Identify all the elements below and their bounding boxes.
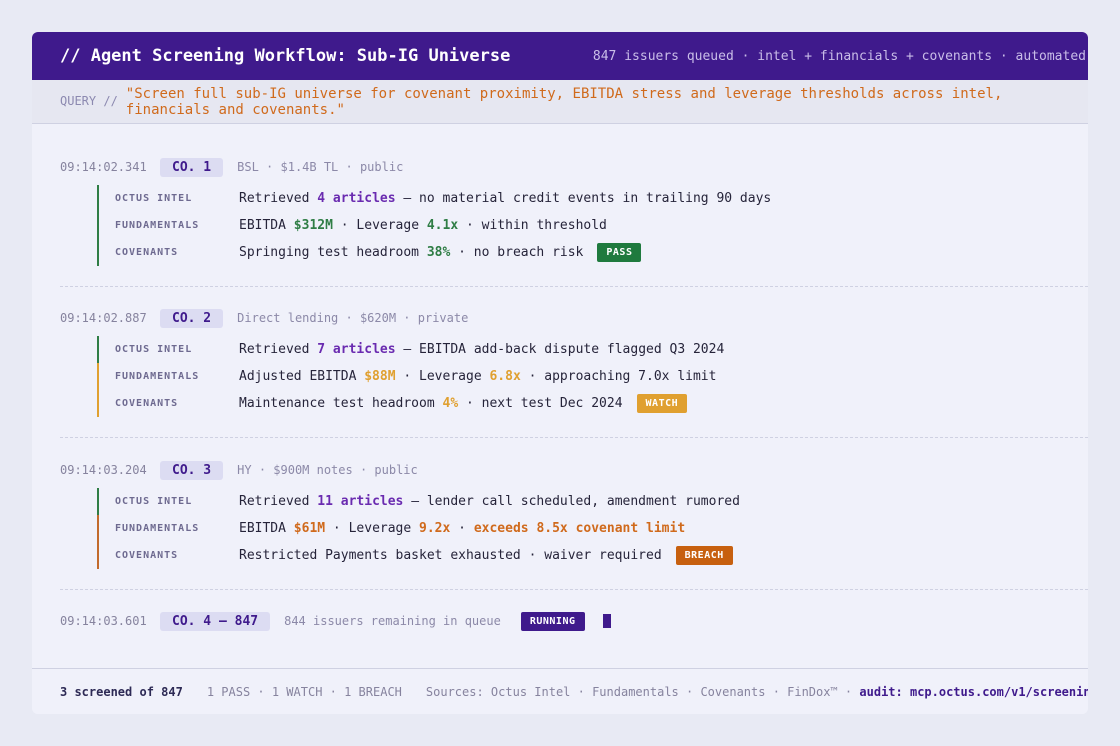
timestamp: 09:14:02.341 [60, 160, 147, 174]
article-count: 11 articles [317, 494, 404, 509]
result-stats: 1 PASS · 1 WATCH · 1 BREACH [206, 684, 402, 699]
status-badge-breach: BREACH [675, 546, 733, 565]
status-footer: 3 screened of 847 1 PASS · 1 WATCH · 1 B… [32, 668, 1088, 714]
issuer-head: 09:14:03.204 CO. 3 HY · $900M notes · pu… [60, 459, 1088, 481]
status-badge-pass: PASS [597, 243, 642, 262]
fundamentals-row: FUNDAMENTALS EBITDA $61M · Leverage 9.2x… [97, 515, 1088, 542]
timestamp: 09:14:02.887 [60, 311, 147, 325]
ebitda-value: $88M [364, 369, 396, 384]
issuer-head: 09:14:02.887 CO. 2 Direct lending · $620… [60, 307, 1088, 329]
ebitda-value: $61M [293, 521, 326, 536]
intel-text: Retrieved 11 articles — lender call sche… [239, 494, 740, 509]
fundamentals-row: FUNDAMENTALS EBITDA $312M · Leverage 4.1… [97, 212, 1088, 239]
issuer-log: 09:14:02.341 CO. 1 BSL · $1.4B TL · publ… [32, 124, 1088, 632]
covenants-text: Restricted Payments basket exhausted · w… [239, 548, 662, 563]
issuer-block-2[interactable]: 09:14:02.887 CO. 2 Direct lending · $620… [60, 287, 1088, 437]
intel-label: OCTUS INTEL [115, 344, 193, 355]
timestamp: 09:14:03.204 [60, 463, 147, 477]
company-badge: CO. 2 [160, 308, 224, 328]
covenants-text: Springing test headroom 38% · no breach … [239, 245, 584, 260]
fundamentals-label: FUNDAMENTALS [115, 523, 200, 534]
fundamentals-row: FUNDAMENTALS Adjusted EBITDA $88M · Leve… [97, 363, 1088, 390]
screened-count: 3 screened of 847 [60, 684, 183, 699]
covenants-label: COVENANTS [115, 398, 179, 409]
fundamentals-text: Adjusted EBITDA $88M · Leverage 6.8x · a… [239, 369, 717, 384]
intel-text: Retrieved 4 articles — no material credi… [239, 191, 772, 206]
leverage-value: 6.8x [489, 369, 521, 384]
covenants-row: COVENANTS Springing test headroom 38% · … [97, 239, 1088, 266]
covenants-text: Maintenance test headroom 4% · next test… [239, 396, 623, 411]
intel-row: OCTUS INTEL Retrieved 4 articles — no ma… [97, 185, 1088, 212]
timestamp: 09:14:03.601 [60, 614, 147, 628]
article-count: 4 articles [317, 191, 396, 206]
audit-link[interactable]: audit: mcp.octus.com/v1/screening [859, 685, 1088, 699]
leverage-value: 9.2x [419, 521, 451, 536]
article-count: 7 articles [317, 342, 396, 357]
covenants-label: COVENANTS [115, 247, 179, 258]
status-badge-watch: WATCH [636, 394, 688, 413]
queue-head: 09:14:03.601 CO. 4 – 847 844 issuers rem… [60, 610, 1088, 632]
query-label: QUERY // [60, 94, 118, 108]
cursor-icon [602, 614, 611, 628]
headroom-value: 4% [442, 396, 459, 411]
fundamentals-label: FUNDAMENTALS [115, 371, 200, 382]
workflow-title: // Agent Screening Workflow: Sub-IG Univ… [60, 46, 511, 66]
queue-block[interactable]: 09:14:03.601 CO. 4 – 847 844 issuers rem… [60, 590, 1088, 632]
workflow-header: // Agent Screening Workflow: Sub-IG Univ… [32, 32, 1088, 80]
query-bar: QUERY // "Screen full sub-IG universe fo… [32, 80, 1088, 124]
covenant-breach-note: exceeds 8.5x covenant limit [473, 521, 686, 536]
intel-label: OCTUS INTEL [115, 193, 193, 204]
issuer-head: 09:14:02.341 CO. 1 BSL · $1.4B TL · publ… [60, 156, 1088, 178]
issuer-description: Direct lending · $620M · private [237, 311, 469, 325]
company-badge: CO. 1 [160, 157, 224, 177]
workflow-meta: 847 issuers queued · intel + financials … [592, 48, 1086, 64]
issuer-description: BSL · $1.4B TL · public [237, 160, 404, 174]
sources-text: Sources: Octus Intel · Fundamentals · Co… [426, 685, 1088, 699]
fundamentals-label: FUNDAMENTALS [115, 220, 200, 231]
leverage-value: 4.1x [426, 218, 459, 233]
covenants-row: COVENANTS Maintenance test headroom 4% ·… [97, 390, 1088, 417]
covenants-row: COVENANTS Restricted Payments basket exh… [97, 542, 1088, 569]
intel-row: OCTUS INTEL Retrieved 11 articles — lend… [97, 488, 1088, 515]
ebitda-value: $312M [293, 218, 333, 233]
check-rows: OCTUS INTEL Retrieved 4 articles — no ma… [97, 185, 1088, 266]
intel-text: Retrieved 7 articles — EBITDA add-back d… [239, 342, 725, 357]
queue-description: 844 issuers remaining in queue [284, 614, 501, 628]
issuer-block-3[interactable]: 09:14:03.204 CO. 3 HY · $900M notes · pu… [60, 438, 1088, 589]
query-text: "Screen full sub-IG universe for covenan… [125, 86, 1003, 118]
screening-window: // Agent Screening Workflow: Sub-IG Univ… [32, 32, 1088, 714]
issuer-description: HY · $900M notes · public [237, 463, 418, 477]
issuer-block-1[interactable]: 09:14:02.341 CO. 1 BSL · $1.4B TL · publ… [60, 124, 1088, 286]
intel-row: OCTUS INTEL Retrieved 7 articles — EBITD… [97, 336, 1088, 363]
fundamentals-text: EBITDA $61M · Leverage 9.2x · exceeds 8.… [239, 521, 686, 536]
status-badge-running: RUNNING [520, 611, 585, 631]
headroom-value: 38% [426, 245, 451, 260]
intel-label: OCTUS INTEL [115, 496, 193, 507]
fundamentals-text: EBITDA $312M · Leverage 4.1x · within th… [239, 218, 607, 233]
check-rows: OCTUS INTEL Retrieved 11 articles — lend… [97, 488, 1088, 569]
company-badge: CO. 3 [160, 460, 224, 480]
check-rows: OCTUS INTEL Retrieved 7 articles — EBITD… [97, 336, 1088, 417]
company-range-badge: CO. 4 – 847 [160, 611, 271, 631]
covenants-label: COVENANTS [115, 550, 179, 561]
